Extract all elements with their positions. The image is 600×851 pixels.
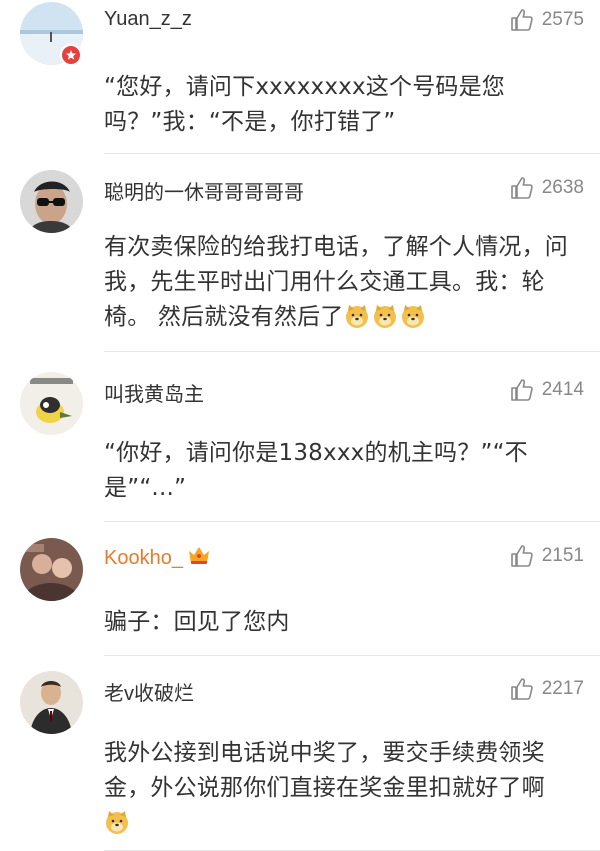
- like-count: 2575: [541, 9, 584, 30]
- like-count: 2151: [541, 545, 584, 566]
- username-text: Kookho_: [104, 547, 183, 569]
- comment-item: 聪明的一休哥哥哥哥哥 2638 有次卖保险的给我打电话，了解个人情况，问我，先生…: [0, 154, 600, 352]
- thumbs-up-icon: [510, 9, 533, 31]
- avatar[interactable]: [20, 170, 83, 233]
- like-button[interactable]: 2217: [510, 677, 584, 701]
- thumbs-up-icon: [510, 379, 533, 401]
- verified-badge-icon: [60, 44, 82, 66]
- username[interactable]: Yuan_z_z: [104, 8, 192, 31]
- like-button[interactable]: 2575: [510, 8, 584, 32]
- vip-crown-icon: [187, 544, 211, 566]
- comment-text-content: 有次卖保险的给我打电话，了解个人情况，问我，先生平时出门用什么交通工具。我：轮椅…: [104, 234, 568, 330]
- username[interactable]: 老v收破烂: [104, 677, 194, 706]
- like-count: 2638: [541, 177, 584, 198]
- comment-item: 老v收破烂 2217 我外公接到电话说中奖了，要交手续费领奖金，外公说那你们直接…: [0, 656, 600, 851]
- comment-item: Kookho_ 2151 骗子：回见了您内: [0, 522, 600, 656]
- like-count: 2414: [541, 379, 584, 400]
- comment-text-content: 我外公接到电话说中奖了，要交手续费领奖金，外公说那你们直接在奖金里扣就好了啊: [104, 740, 545, 801]
- doge-emoji-icon: [400, 303, 426, 329]
- like-button[interactable]: 2638: [510, 176, 584, 200]
- comment-item: Yuan_z_z 2575 “您好，请问下xxxxxxxx这个号码是您吗？”我：…: [0, 0, 600, 154]
- comment-text: 有次卖保险的给我打电话，了解个人情况，问我，先生平时出门用什么交通工具。我：轮椅…: [104, 230, 580, 335]
- avatar[interactable]: [20, 671, 83, 734]
- username[interactable]: 叫我黄岛主: [104, 378, 204, 407]
- like-button[interactable]: 2414: [510, 378, 584, 402]
- doge-emoji-icon: [372, 303, 398, 329]
- like-count: 2217: [541, 678, 584, 699]
- thumbs-up-icon: [510, 177, 533, 199]
- avatar[interactable]: [20, 372, 83, 435]
- comment-text: 骗子：回见了您内: [104, 609, 290, 635]
- comment-text: “您好，请问下xxxxxxxx这个号码是您吗？”我：“不是，你打错了”: [104, 74, 506, 135]
- comment-text: 我外公接到电话说中奖了，要交手续费领奖金，外公说那你们直接在奖金里扣就好了啊: [104, 736, 580, 841]
- thumbs-up-icon: [510, 545, 533, 567]
- username[interactable]: 聪明的一休哥哥哥哥哥: [104, 176, 304, 205]
- thumbs-up-icon: [510, 678, 533, 700]
- comment-item: 叫我黄岛主 2414 “你好，请问你是138xxx的机主吗？”“不是”“...”: [0, 352, 600, 522]
- username[interactable]: Kookho_: [104, 544, 211, 570]
- doge-emoji-icon: [104, 809, 130, 835]
- comment-text: “你好，请问你是138xxx的机主吗？”“不是”“...”: [104, 440, 528, 501]
- like-button[interactable]: 2151: [510, 544, 584, 568]
- avatar[interactable]: [20, 538, 83, 601]
- doge-emoji-icon: [344, 303, 370, 329]
